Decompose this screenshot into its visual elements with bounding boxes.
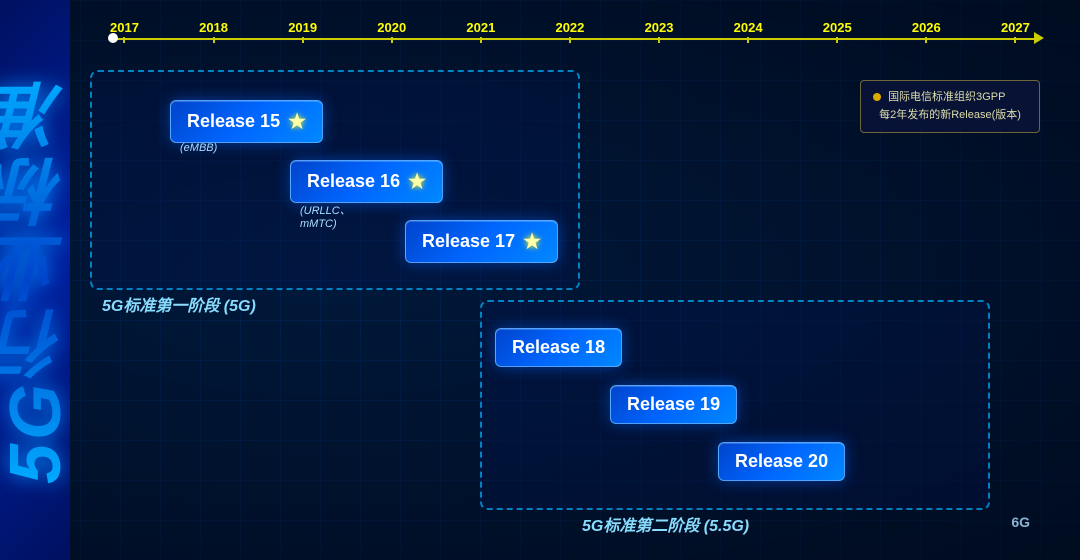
release-16-box: Release 16 ★ <box>290 160 443 203</box>
note-line2: 每2年发布的新Release(版本) <box>879 109 1021 121</box>
year-2024: 2024 <box>734 20 763 35</box>
year-2027: 2027 <box>1001 20 1030 35</box>
content-area: 5G标准第一阶段 (5G) 5G标准第二阶段 (5.5G) Release 15… <box>90 70 1050 540</box>
release-18-label: Release 18 <box>512 337 605 358</box>
label-6g: 6G <box>1011 514 1030 530</box>
release-16-label: Release 16 <box>307 171 400 192</box>
release-17-box: Release 17 ★ <box>405 220 558 263</box>
year-2019: 2019 <box>288 20 317 35</box>
release-18-box: Release 18 <box>495 328 622 367</box>
year-2021: 2021 <box>466 20 495 35</box>
timeline-arrow <box>1034 32 1044 44</box>
release-20-box: Release 20 <box>718 442 845 481</box>
year-2023: 2023 <box>645 20 674 35</box>
note-box: 国际电信标准组织3GPP 每2年发布的新Release(版本) <box>860 80 1040 133</box>
phase-2-label: 5G标准第二阶段 (5.5G) <box>582 512 749 536</box>
release-15-sublabel: (eMBB) <box>180 142 217 154</box>
note-line1: 国际电信标准组织3GPP <box>888 91 1005 103</box>
timeline-line <box>110 38 1040 40</box>
release-15-box: Release 15 ★ <box>170 100 323 143</box>
note-dot <box>873 93 881 101</box>
phase-1-label: 5G标准第一阶段 (5G) <box>102 292 256 316</box>
vertical-title: 5G行业标准 <box>0 76 70 484</box>
year-2020: 2020 <box>377 20 406 35</box>
release-17-label: Release 17 <box>422 231 515 252</box>
year-2026: 2026 <box>912 20 941 35</box>
year-2018: 2018 <box>199 20 228 35</box>
release-17-star: ★ <box>523 229 541 254</box>
release-19-label: Release 19 <box>627 394 720 415</box>
release-15-star: ★ <box>288 109 306 134</box>
release-16-sublabel: (URLLC、mMTC) <box>300 202 351 230</box>
year-2025: 2025 <box>823 20 852 35</box>
timeline-labels: 2017 2018 2019 2020 2021 2022 2023 2024 … <box>110 20 1030 35</box>
year-2022: 2022 <box>555 20 584 35</box>
timeline: 2017 2018 2019 2020 2021 2022 2023 2024 … <box>90 20 1050 60</box>
release-19-box: Release 19 <box>610 385 737 424</box>
left-vertical-bar: 5G行业标准 <box>0 0 70 560</box>
year-2017: 2017 <box>110 20 139 35</box>
release-16-star: ★ <box>408 169 426 194</box>
release-20-label: Release 20 <box>735 451 828 472</box>
release-15-label: Release 15 <box>187 111 280 132</box>
main-content: 2017 2018 2019 2020 2021 2022 2023 2024 … <box>70 0 1080 560</box>
